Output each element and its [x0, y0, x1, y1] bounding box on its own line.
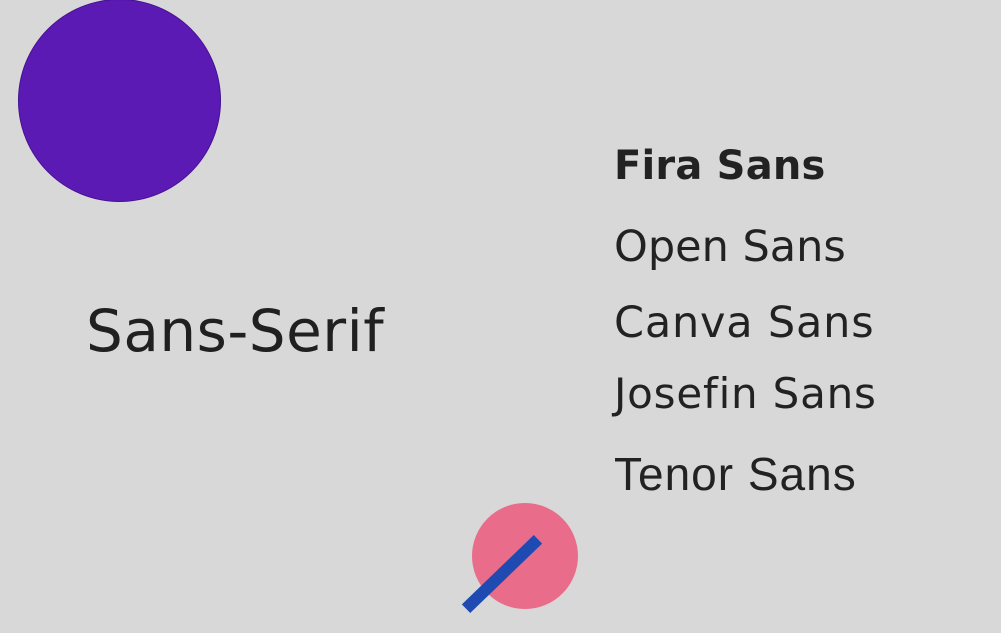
pink-circle-with-bar-decoration: [461, 503, 578, 614]
font-item-canva-sans: Canva Sans: [614, 298, 875, 348]
font-item-open-sans: Open Sans: [614, 222, 846, 272]
font-item-tenor-sans: Tenor Sans: [614, 448, 857, 500]
purple-circle-decoration: [18, 0, 221, 202]
font-item-josefin-sans: Josefin Sans: [614, 369, 877, 418]
slide-title: Sans-Serif: [86, 297, 385, 365]
slide: Sans-Serif Fira Sans Open Sans Canva San…: [0, 0, 1001, 633]
font-item-fira-sans: Fira Sans: [614, 143, 826, 189]
